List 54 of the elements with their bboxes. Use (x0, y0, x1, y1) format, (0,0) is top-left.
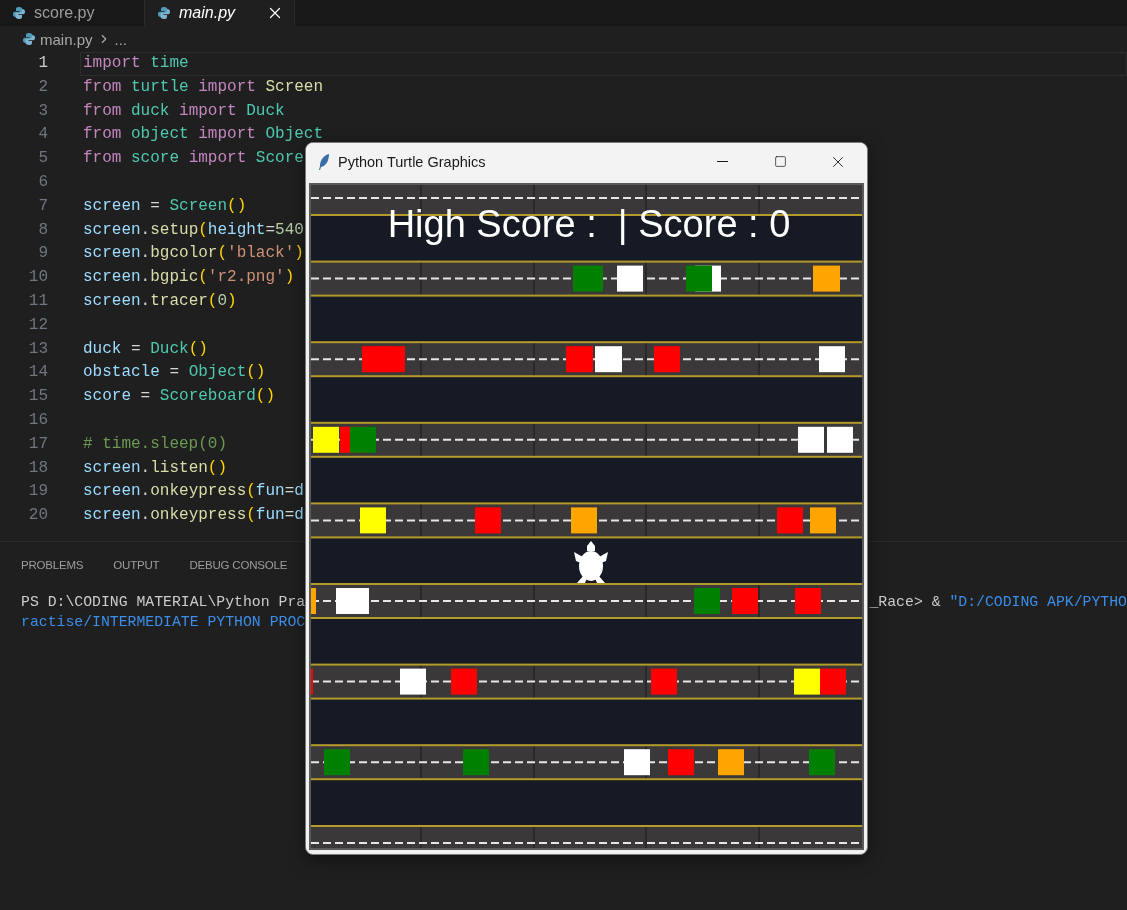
line-number: 17 (27, 433, 48, 455)
python-file-icon (22, 32, 36, 46)
code-line: duck = Duck() (82, 338, 209, 360)
code-line: screen.setup(height=540 (82, 219, 305, 241)
line-number: 2 (37, 76, 48, 98)
code-line: screen.onkeypress(fun=d (82, 481, 305, 503)
line-number: 12 (27, 314, 48, 336)
breadcrumb-file[interactable]: main.py (40, 30, 93, 48)
score-text: High Score : | Score : 0 (387, 203, 791, 245)
line-number: 1 (37, 53, 48, 74)
line-number: 11 (27, 290, 48, 312)
breadcrumb-more[interactable]: ... (114, 30, 128, 48)
python-file-icon (157, 6, 171, 20)
line-number: 5 (37, 148, 48, 170)
code-line: score = Scoreboard() (82, 386, 277, 408)
line-number: 19 (27, 481, 48, 503)
panel-tab[interactable]: DEBUG CONSOLE (189, 556, 288, 575)
terminal-text: ractise/INTERMEDIATE PYTHON PROC (21, 613, 306, 632)
editor-tab[interactable]: main.py (145, 0, 295, 26)
line-number: 8 (37, 219, 48, 241)
line-number: 7 (37, 195, 48, 217)
line-number: 3 (37, 100, 48, 122)
line-number: 13 (27, 338, 48, 360)
turtle-icon (574, 541, 608, 583)
code-line: obstacle = Object() (82, 362, 267, 384)
line-number: 15 (27, 386, 48, 408)
line-number: 9 (37, 243, 48, 265)
panel-tab[interactable]: OUTPUT (113, 556, 160, 575)
terminal-text: PS D:\CODING MATERIAL\Python Pra (21, 593, 306, 612)
code-line: from turtle import Screen (82, 76, 325, 98)
panel-tab[interactable]: PROBLEMS (21, 556, 84, 575)
maximize-icon (773, 155, 787, 168)
code-line: from duck import Duck (82, 100, 286, 122)
line-number: 14 (27, 362, 48, 384)
code-line: screen.bgcolor('black') (82, 243, 305, 265)
line-number: 6 (37, 172, 48, 193)
line-number: 18 (27, 457, 48, 479)
code-line: screen.tracer(0) (82, 290, 238, 312)
python-file-icon (12, 6, 26, 20)
code-line: from score import Score (82, 148, 305, 170)
line-number: 20 (27, 505, 48, 527)
feather-icon (318, 152, 330, 171)
terminal-text: _Race> & "D:/CODING APK/PYTHO (869, 593, 1127, 612)
minimize-icon (716, 161, 728, 162)
line-number: 16 (27, 409, 48, 431)
line-number: 4 (37, 124, 48, 146)
code-line: screen.bgpic('r2.png') (82, 267, 296, 289)
code-line: # time.sleep(0) (82, 433, 229, 455)
code-line: screen.listen() (82, 457, 229, 479)
code-line: screen.onkeypress(fun=d (82, 505, 305, 527)
code-line: screen = Screen() (82, 195, 248, 217)
code-line: from object import Object (82, 124, 325, 146)
window-title: Python Turtle Graphics (338, 153, 486, 170)
line-number: 10 (27, 267, 48, 289)
